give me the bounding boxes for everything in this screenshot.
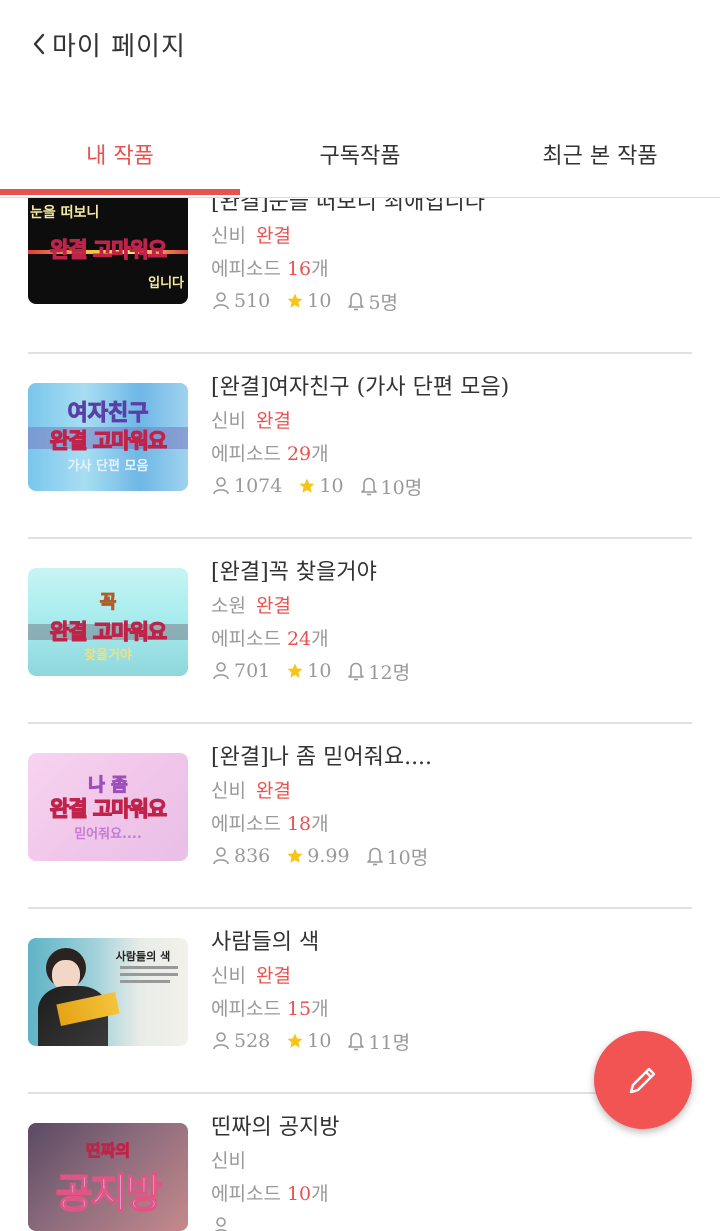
chevron-left-icon — [33, 33, 45, 55]
list-item[interactable]: 꼭 완결 고마워요 찾을거야 [완결]꼭 찾을거야 소원 완결 에피소드 24개 … — [28, 539, 692, 724]
subscribers-stat: 11명 — [347, 1028, 410, 1055]
star-icon — [287, 1033, 303, 1048]
work-meta: 신비 완결 — [211, 775, 444, 808]
work-title: 사람들의 색 — [211, 930, 320, 955]
work-meta: 소원 완결 — [211, 590, 426, 623]
active-tab-indicator — [0, 189, 240, 195]
star-icon — [299, 478, 315, 493]
list-item[interactable]: 띤짜의 공지방 띤짜의 공지방 신비 에피소드 10개 — [28, 1094, 692, 1231]
bell-icon — [348, 292, 365, 311]
subscribers-stat: 10명 — [366, 843, 428, 870]
status-badge: 완결 — [255, 965, 291, 987]
views-stat: 510 — [211, 290, 270, 312]
list-item[interactable]: 눈을 떠보니 완결 고마워요 입니다 [완결]눈을 떠보니 최애입니다 신비 완결… — [28, 198, 692, 354]
bell-icon — [348, 1032, 365, 1051]
star-icon — [287, 663, 303, 678]
status-badge: 완결 — [255, 780, 291, 802]
person-icon — [213, 1032, 229, 1050]
episode-count: 에피소드 10개 — [211, 1183, 329, 1205]
episode-count: 에피소드 18개 — [211, 813, 329, 835]
subscribers-stat: 5명 — [347, 288, 398, 315]
list-item[interactable]: 사람들의 색 사람들의 색 신비 완결 에피소드 15개 528 10 11명 — [28, 909, 692, 1094]
work-thumbnail: 여자친구 완결 고마워요 가사 단편 모음 — [28, 383, 188, 491]
genre: 신비 — [211, 1150, 246, 1172]
back-button[interactable]: 마이 페이지 — [28, 26, 186, 62]
list-item[interactable]: 여자친구 완결 고마워요 가사 단편 모음 [완결]여자친구 (가사 단편 모음… — [28, 354, 692, 539]
subscribers-stat: 10명 — [360, 473, 422, 500]
work-thumbnail: 눈을 떠보니 완결 고마워요 입니다 — [28, 198, 188, 304]
genre: 신비 — [211, 225, 246, 247]
rating-stat: 10 — [286, 660, 331, 682]
episode-count: 에피소드 24개 — [211, 628, 329, 650]
status-badge: 완결 — [255, 595, 291, 617]
bell-icon — [348, 662, 365, 681]
work-stats: 836 9.99 10명 — [211, 841, 444, 871]
work-meta: 신비 완결 — [211, 405, 509, 438]
genre: 신비 — [211, 780, 246, 802]
page-title: 마이 페이지 — [52, 31, 186, 62]
work-info: [완결]눈을 떠보니 최애입니다 신비 완결 에피소드 16개 510 10 5명 — [211, 198, 485, 316]
rating-stat: 10 — [298, 475, 344, 497]
tab-my-works[interactable]: 내 작품 — [0, 112, 240, 196]
work-info: [완결]나 좀 믿어줘요.... 신비 완결 에피소드 18개 836 9.99 … — [211, 741, 444, 871]
work-info: [완결]여자친구 (가사 단편 모음) 신비 완결 에피소드 29개 1074 1… — [211, 371, 509, 501]
header: 마이 페이지 — [0, 0, 720, 90]
person-icon — [213, 477, 229, 495]
work-thumbnail: 사람들의 색 — [28, 938, 188, 1046]
work-title: [완결]나 좀 믿어줘요.... — [211, 745, 433, 770]
write-button[interactable] — [594, 1031, 692, 1129]
work-title: [완결]꼭 찾을거야 — [211, 560, 377, 585]
work-meta: 신비 완결 — [211, 960, 426, 993]
views-stat: 1074 — [211, 475, 282, 497]
rating-stat: 9.99 — [286, 845, 350, 867]
work-thumbnail: 꼭 완결 고마워요 찾을거야 — [28, 568, 188, 676]
status-badge: 완결 — [255, 225, 291, 247]
work-thumbnail: 띤짜의 공지방 — [28, 1123, 188, 1231]
subscribers-stat: 12명 — [347, 658, 410, 685]
rating-stat: 10 — [286, 290, 331, 312]
star-icon — [287, 848, 303, 863]
person-icon — [213, 847, 229, 865]
work-stats — [211, 1211, 339, 1231]
bell-icon — [360, 477, 377, 496]
list-item[interactable]: 나 좀 완결 고마워요 믿어줘요.... [완결]나 좀 믿어줘요.... 신비… — [28, 724, 692, 909]
work-info: 사람들의 색 신비 완결 에피소드 15개 528 10 11명 — [211, 926, 426, 1056]
work-info: [완결]꼭 찾을거야 소원 완결 에피소드 24개 701 10 12명 — [211, 556, 426, 686]
work-stats: 510 10 5명 — [211, 286, 485, 316]
work-stats: 528 10 11명 — [211, 1026, 426, 1056]
work-meta: 신비 완결 — [211, 220, 485, 253]
star-icon — [287, 293, 303, 308]
work-title: [완결]눈을 떠보니 최애입니다 — [211, 198, 486, 215]
bell-icon — [366, 847, 383, 866]
views-stat: 701 — [211, 660, 270, 682]
work-stats: 1074 10 10명 — [211, 471, 509, 501]
work-title: [완결]여자친구 (가사 단편 모음) — [211, 375, 510, 400]
tab-subscribed[interactable]: 구독작품 — [240, 112, 480, 196]
work-meta: 신비 — [211, 1145, 339, 1178]
work-title: 띤짜의 공지방 — [211, 1115, 340, 1140]
work-stats: 701 10 12명 — [211, 656, 426, 686]
episode-count: 에피소드 29개 — [211, 443, 329, 465]
views-stat: 528 — [211, 1030, 270, 1052]
episode-count: 에피소드 15개 — [211, 998, 329, 1020]
person-icon — [213, 292, 229, 310]
person-icon — [214, 1217, 228, 1231]
genre: 신비 — [211, 965, 246, 987]
genre: 소원 — [211, 595, 246, 617]
tab-bar: 내 작품 구독작품 최근 본 작품 — [0, 112, 720, 198]
tab-recent[interactable]: 최근 본 작품 — [480, 112, 720, 196]
views-stat — [211, 1216, 234, 1231]
genre: 신비 — [211, 410, 246, 432]
rating-stat: 10 — [286, 1030, 331, 1052]
status-badge: 완결 — [255, 410, 291, 432]
work-info: 띤짜의 공지방 신비 에피소드 10개 — [211, 1111, 339, 1231]
works-list[interactable]: 눈을 떠보니 완결 고마워요 입니다 [완결]눈을 떠보니 최애입니다 신비 완결… — [28, 198, 692, 1231]
episode-count: 에피소드 16개 — [211, 258, 329, 280]
pencil-icon — [629, 1067, 656, 1094]
work-thumbnail: 나 좀 완결 고마워요 믿어줘요.... — [28, 753, 188, 861]
person-icon — [213, 662, 229, 680]
views-stat: 836 — [211, 845, 270, 867]
